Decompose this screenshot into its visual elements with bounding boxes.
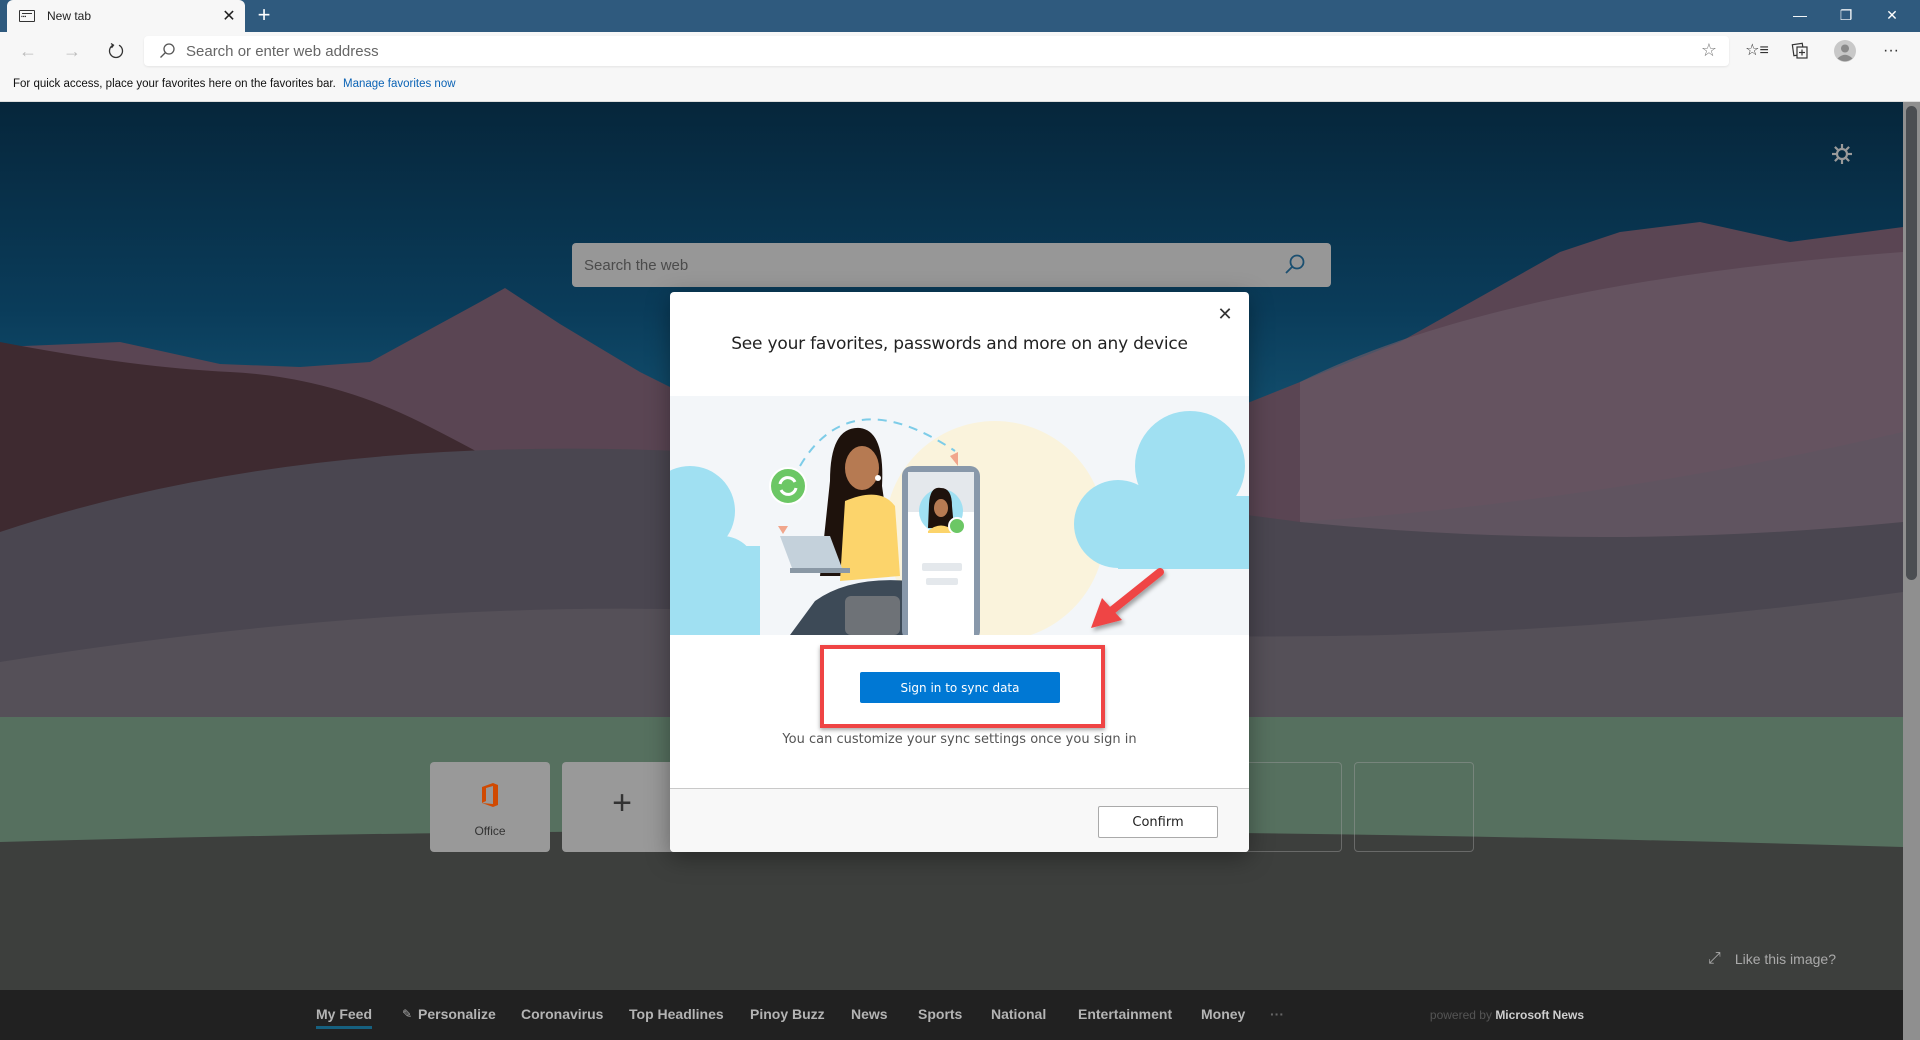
add-favorite-icon[interactable]: ☆ <box>1701 40 1717 61</box>
refresh-button[interactable] <box>100 36 132 66</box>
manage-favorites-link[interactable]: Manage favorites now <box>343 78 456 90</box>
minimize-button[interactable]: — <box>1777 0 1823 32</box>
profile-icon <box>1834 40 1856 62</box>
news-tab-entertainment[interactable]: Entertainment <box>1078 1006 1172 1022</box>
favorites-icon: ☆≡ <box>1745 42 1769 59</box>
sync-badge-icon <box>769 467 807 505</box>
restore-icon: ❐ <box>1839 7 1853 23</box>
web-search-input[interactable] <box>584 243 1264 287</box>
sign-in-sync-button[interactable]: Sign in to sync data <box>860 672 1060 703</box>
sync-dialog: ✕ See your favorites, passwords and more… <box>670 292 1249 852</box>
like-image-label: Like this image? <box>1734 951 1836 967</box>
news-tab-top-headlines[interactable]: Top Headlines <box>629 1006 724 1022</box>
pencil-icon: ✎ <box>402 1007 413 1021</box>
title-bar: New tab ✕ + — ❐ ✕ <box>0 0 1920 32</box>
news-tab-national[interactable]: National <box>991 1006 1046 1022</box>
collections-icon <box>1791 42 1808 59</box>
back-icon: ← <box>19 41 37 61</box>
news-more-button[interactable]: ··· <box>1270 1006 1284 1022</box>
collections-button[interactable] <box>1783 36 1817 66</box>
forward-icon: → <box>63 41 81 61</box>
empty-tile <box>1354 762 1474 852</box>
new-tab-button[interactable]: + <box>252 4 276 28</box>
expand-icon: ⤢ <box>1708 950 1721 967</box>
more-button[interactable]: ··· <box>1874 36 1908 66</box>
news-tab-my-feed[interactable]: My Feed <box>316 1006 373 1029</box>
tab-title: New tab <box>47 9 92 23</box>
news-tab-coronavirus[interactable]: Coronavirus <box>521 1006 603 1022</box>
forward-button[interactable]: → <box>56 36 88 66</box>
profile-button[interactable] <box>1828 36 1862 66</box>
web-search-box[interactable] <box>572 243 1331 287</box>
quick-link-tile-office[interactable]: Office <box>430 762 550 852</box>
address-bar[interactable]: ☆ <box>144 36 1729 66</box>
minimize-icon: — <box>1793 7 1807 23</box>
tab-new-tab[interactable]: New tab ✕ <box>7 0 245 32</box>
phone-illustration <box>902 466 980 635</box>
favorites-button[interactable]: ☆≡ <box>1740 36 1774 66</box>
newtab-page-icon <box>19 10 35 22</box>
plus-icon: + <box>612 784 632 822</box>
web-search-icon[interactable] <box>1283 253 1307 277</box>
dialog-close-button[interactable]: ✕ <box>1215 304 1235 324</box>
more-icon: ··· <box>1883 42 1899 59</box>
settings-gear-icon[interactable] <box>1830 142 1854 166</box>
close-window-button[interactable]: ✕ <box>1869 0 1915 32</box>
like-image-button[interactable]: ⤢ Like this image? <box>1708 950 1836 968</box>
close-icon: ✕ <box>1217 304 1233 324</box>
microsoft-news-brand: Microsoft News <box>1495 1008 1584 1022</box>
address-input[interactable] <box>186 36 1666 66</box>
news-navigation-bar: My Feed ✎ Personalize Coronavirus Top He… <box>0 990 1903 1040</box>
tab-close-icon[interactable]: ✕ <box>217 6 241 26</box>
powered-by-prefix: powered by <box>1429 1008 1492 1022</box>
news-tab-personalize[interactable]: Personalize <box>418 1006 496 1022</box>
news-tab-pinoy-buzz[interactable]: Pinoy Buzz <box>750 1006 825 1022</box>
sync-illustration <box>670 396 1249 635</box>
close-icon: ✕ <box>1886 7 1898 23</box>
dialog-footer: Confirm <box>670 788 1249 852</box>
scrollbar-thumb[interactable] <box>1906 106 1917 580</box>
favorites-bar: For quick access, place your favorites h… <box>0 70 1920 102</box>
refresh-icon <box>108 42 124 59</box>
right-slope <box>1300 252 1903 537</box>
tile-label: Office <box>474 824 506 838</box>
favorites-bar-message: For quick access, place your favorites h… <box>13 78 336 90</box>
news-tab-money[interactable]: Money <box>1201 1006 1245 1022</box>
toolbar: ← → ☆ ☆≡ ··· <box>0 32 1920 70</box>
confirm-button[interactable]: Confirm <box>1098 806 1218 838</box>
news-tab-sports[interactable]: Sports <box>918 1006 962 1022</box>
page-scrollbar[interactable] <box>1903 102 1920 1040</box>
add-quick-link-tile[interactable]: + <box>562 762 682 852</box>
dialog-subtitle: You can customize your sync settings onc… <box>782 732 1137 747</box>
news-tab-news[interactable]: News <box>851 1006 888 1022</box>
search-icon <box>160 43 175 58</box>
dialog-title: See your favorites, passwords and more o… <box>731 334 1188 354</box>
powered-by-label: powered by Microsoft News <box>1430 1008 1584 1022</box>
restore-button[interactable]: ❐ <box>1823 0 1869 32</box>
back-button[interactable]: ← <box>12 36 44 66</box>
office-logo-icon <box>482 783 498 807</box>
